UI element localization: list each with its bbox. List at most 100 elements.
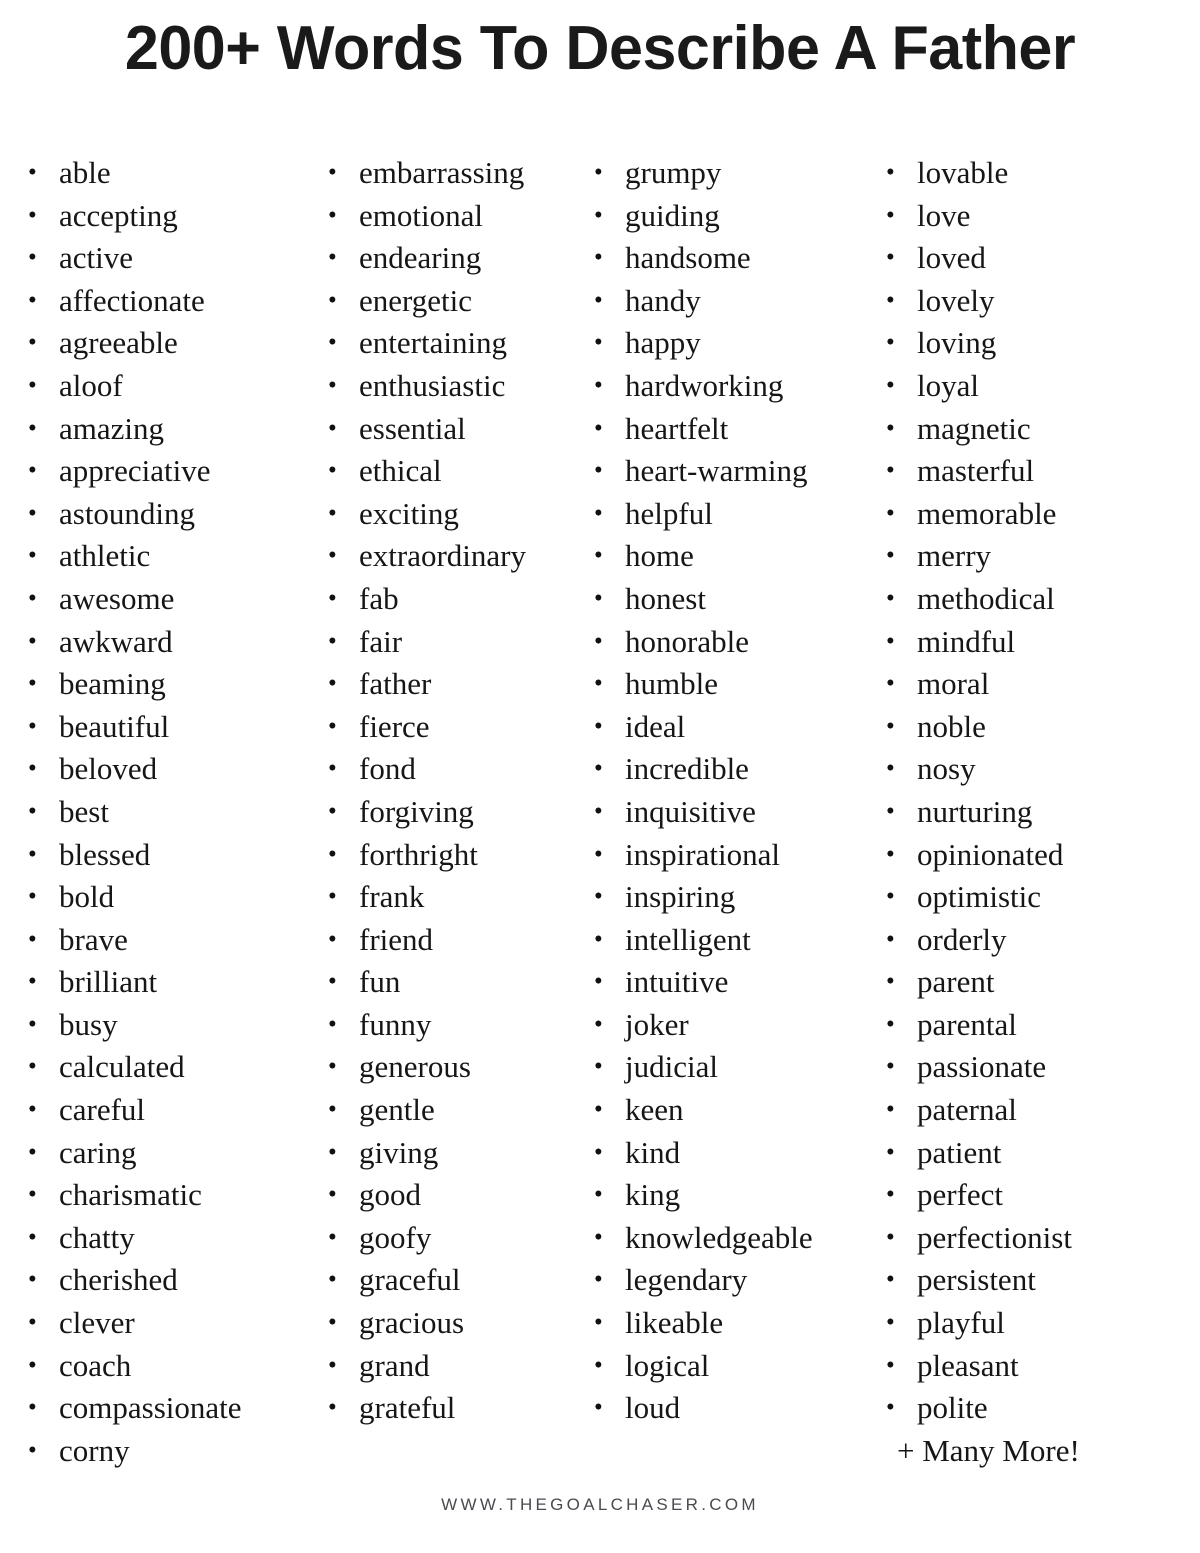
bullet-icon: • xyxy=(328,1266,337,1294)
word-item: • fair xyxy=(320,621,568,664)
word-label: graceful xyxy=(359,1262,461,1298)
bullet-icon: • xyxy=(28,840,37,868)
word-label: love xyxy=(917,197,971,233)
bullet-icon: • xyxy=(28,1010,37,1038)
word-label: loyal xyxy=(917,367,979,403)
word-label: pleasant xyxy=(917,1347,1019,1383)
word-list-4: • lovable • love • loved • lovely • loving • loyal •… xyxy=(878,152,1180,1430)
bullet-icon: • xyxy=(594,1053,603,1081)
word-label: cherished xyxy=(59,1262,178,1298)
word-item: • appreciative xyxy=(20,450,300,493)
word-label: friend xyxy=(359,921,434,957)
word-label: honorable xyxy=(625,623,749,659)
word-item: • joker xyxy=(586,1004,864,1047)
word-item: • optimistic xyxy=(878,876,1180,919)
word-label: kind xyxy=(625,1134,681,1170)
word-label: orderly xyxy=(917,921,1007,957)
word-item: • legendary xyxy=(586,1259,864,1302)
bullet-icon: • xyxy=(594,329,603,357)
bullet-icon: • xyxy=(886,499,895,527)
word-label: best xyxy=(59,793,109,829)
word-label: perfect xyxy=(917,1177,1004,1213)
bullet-icon: • xyxy=(886,414,895,442)
bullet-icon: • xyxy=(886,797,895,825)
word-label: fab xyxy=(359,580,399,616)
bullet-icon: • xyxy=(886,968,895,996)
word-label: giving xyxy=(359,1134,439,1170)
word-label: amazing xyxy=(59,410,165,446)
bullet-icon: • xyxy=(594,542,603,570)
word-item: • forgiving xyxy=(320,791,568,834)
bullet-icon: • xyxy=(594,1309,603,1337)
word-item: • incredible xyxy=(586,748,864,791)
word-label: astounding xyxy=(59,495,196,531)
bullet-icon: • xyxy=(28,627,37,655)
word-item: • entertaining xyxy=(320,322,568,365)
bullet-icon: • xyxy=(328,499,337,527)
word-label: paternal xyxy=(917,1092,1017,1128)
word-label: patient xyxy=(917,1134,1002,1170)
bullet-icon: • xyxy=(328,1181,337,1209)
word-label: inspiring xyxy=(625,879,736,915)
word-label: brave xyxy=(59,921,128,957)
word-item: • ethical xyxy=(320,450,568,493)
word-item: • opinionated xyxy=(878,834,1180,877)
bullet-icon: • xyxy=(328,286,337,314)
word-label: inspirational xyxy=(625,836,780,872)
word-item: • lovable xyxy=(878,152,1180,195)
word-item: • clever xyxy=(20,1302,300,1345)
bullet-icon: • xyxy=(594,584,603,612)
word-item: • helpful xyxy=(586,493,864,536)
bullet-icon: • xyxy=(28,1436,37,1464)
word-item: • bold xyxy=(20,876,300,919)
word-item: • corny xyxy=(20,1430,300,1473)
bullet-icon: • xyxy=(886,1351,895,1379)
word-item: • astounding xyxy=(20,493,300,536)
bullet-icon: • xyxy=(28,584,37,612)
bullet-icon: • xyxy=(594,371,603,399)
word-item: • essential xyxy=(320,408,568,451)
word-item: • awesome xyxy=(20,578,300,621)
word-label: endearing xyxy=(359,240,482,276)
word-label: exciting xyxy=(359,495,459,531)
word-label: handy xyxy=(625,282,701,318)
word-item: • caring xyxy=(20,1132,300,1175)
bullet-icon: • xyxy=(28,1138,37,1166)
word-item: • patient xyxy=(878,1132,1180,1175)
bullet-icon: • xyxy=(28,371,37,399)
bullet-icon: • xyxy=(594,1096,603,1124)
bullet-icon: • xyxy=(28,1096,37,1124)
bullet-icon: • xyxy=(28,1394,37,1422)
bullet-icon: • xyxy=(328,627,337,655)
word-label: chatty xyxy=(59,1219,135,1255)
word-item: • paternal xyxy=(878,1089,1180,1132)
bullet-icon: • xyxy=(328,797,337,825)
word-item: • grand xyxy=(320,1345,568,1388)
word-label: fond xyxy=(359,751,416,787)
word-item: • passionate xyxy=(878,1046,1180,1089)
word-item: • loyal xyxy=(878,365,1180,408)
word-item: • forthright xyxy=(320,834,568,877)
word-item: • brilliant xyxy=(20,961,300,1004)
word-list-3: • grumpy • guiding • handsome • handy • happy • har… xyxy=(586,152,864,1430)
word-label: good xyxy=(359,1177,421,1213)
bullet-icon: • xyxy=(28,1351,37,1379)
bullet-icon: • xyxy=(328,1223,337,1251)
word-label: forthright xyxy=(359,836,478,872)
word-label: noble xyxy=(917,708,986,744)
word-column-1: • able • accepting • active • affectionate • agre… xyxy=(0,152,300,1472)
word-item: • good xyxy=(320,1174,568,1217)
bullet-icon: • xyxy=(886,1053,895,1081)
bullet-icon: • xyxy=(28,244,37,272)
word-item: • beloved xyxy=(20,748,300,791)
bullet-icon: • xyxy=(328,201,337,229)
word-label: opinionated xyxy=(917,836,1064,872)
bullet-icon: • xyxy=(886,1394,895,1422)
bullet-icon: • xyxy=(886,840,895,868)
word-label: nurturing xyxy=(917,793,1033,829)
word-item: • grateful xyxy=(320,1387,568,1430)
bullet-icon: • xyxy=(886,1223,895,1251)
word-item: • polite xyxy=(878,1387,1180,1430)
word-label: able xyxy=(59,155,111,190)
bullet-icon: • xyxy=(328,1394,337,1422)
